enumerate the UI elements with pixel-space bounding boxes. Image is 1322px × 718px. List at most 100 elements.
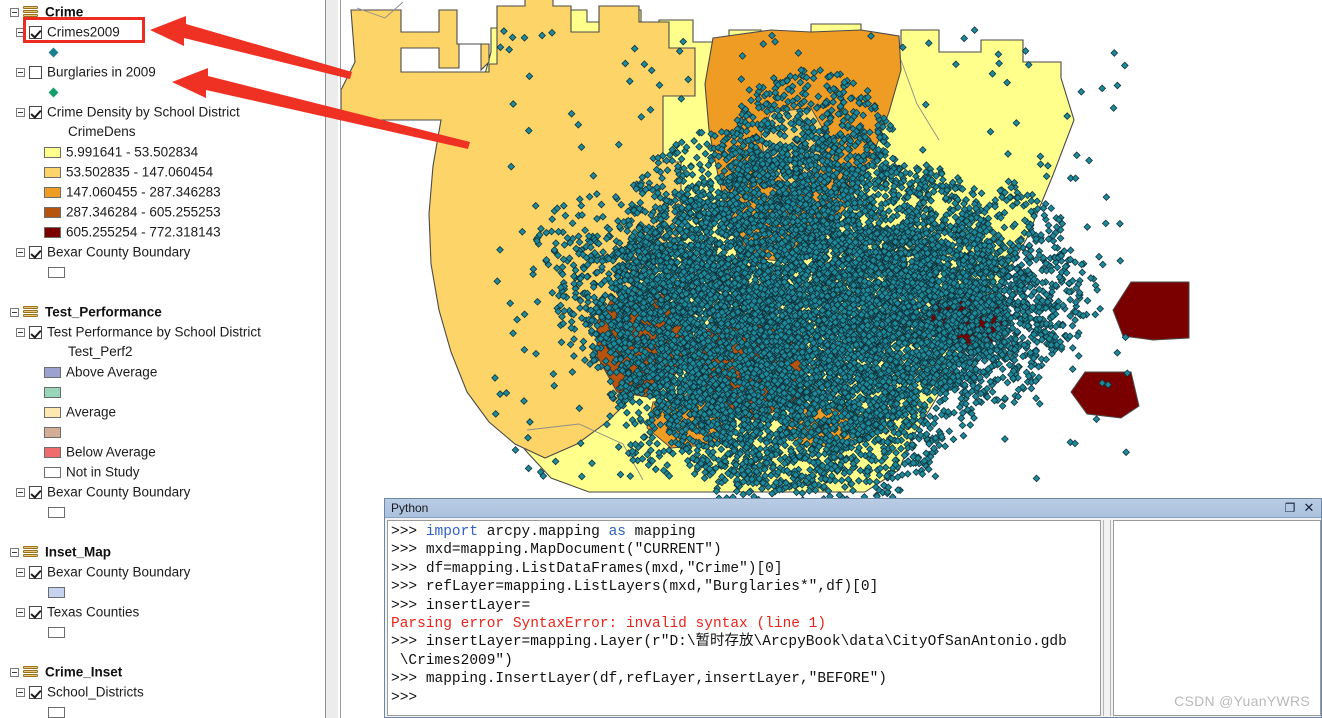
toc-layer-bexar-county-boundary[interactable]: Bexar County Boundary [0, 482, 325, 502]
renderer-field-label: CrimeDens [68, 124, 136, 139]
layer-symbol-row [0, 42, 325, 62]
toc-group-test-performance[interactable]: Test_Performance [0, 302, 325, 322]
layer-group-icon [23, 305, 40, 319]
toc-layer-burglaries-in-2009[interactable]: Burglaries in 2009 [0, 62, 325, 82]
legend-class-swatch [44, 206, 61, 218]
toc-layer-texas-counties[interactable]: Texas Counties [0, 602, 325, 622]
arcmap-application-window: Crime Crimes2009 Burglaries in 2009 Crime D… [0, 0, 1322, 718]
toc-layer-crime-density-by-school-district[interactable]: Crime Density by School District [0, 102, 325, 122]
polygon-symbol-icon [48, 706, 65, 718]
console-prompt: >>> [391, 634, 426, 651]
python-window-titlebar[interactable]: Python ❐ ✕ [385, 499, 1321, 518]
legend-class-row [0, 382, 325, 402]
console-text: arcpy.mapping [478, 524, 609, 540]
maximize-icon[interactable]: ❐ [1283, 501, 1297, 515]
expander-collapse-icon[interactable] [16, 107, 25, 117]
legend-class-label: 53.502835 - 147.060454 [66, 164, 214, 180]
toc-group-crime-inset[interactable]: Crime_Inset [0, 662, 325, 682]
console-text: refLayer=mapping.ListLayers(mxd,"Burglar… [425, 579, 879, 596]
layer-visibility-checkbox[interactable] [29, 565, 42, 579]
expander-collapse-icon[interactable] [16, 687, 25, 697]
toc-layer-bexar-county-boundary[interactable]: Bexar County Boundary [0, 562, 325, 582]
toc-layer-crimes2009[interactable]: Crimes2009 [0, 22, 325, 42]
legend-class-row: 605.255254 - 772.318143 [0, 222, 325, 242]
point-symbol-icon [48, 87, 59, 98]
layer-visibility-checkbox[interactable] [29, 105, 42, 119]
layer-visibility-checkbox[interactable] [29, 325, 42, 339]
console-text: import [425, 524, 479, 540]
layer-visibility-checkbox[interactable] [29, 25, 42, 39]
console-text: as [608, 524, 626, 540]
density-class-5-polygon-south [1070, 371, 1140, 419]
toc-layer-test-performance-by-school-district[interactable]: Test Performance by School District [0, 322, 325, 342]
layer-group-icon [23, 665, 40, 679]
expander-collapse-icon[interactable] [16, 607, 25, 617]
layer-visibility-checkbox[interactable] [29, 65, 42, 79]
toc-group-crime[interactable]: Crime [0, 2, 325, 22]
console-line: >>> mapping.InsertLayer(df,refLayer,inse… [391, 670, 1098, 688]
python-console-splitter[interactable] [1103, 520, 1111, 716]
toc-layer-label: Test Performance by School District [47, 324, 261, 340]
python-help-panel[interactable]: CSDN @YuanYWRS [1113, 520, 1321, 716]
legend-class-swatch [44, 426, 61, 438]
console-prompt: >>> [391, 542, 426, 559]
legend-class-label: 287.346284 - 605.255253 [66, 204, 221, 220]
console-text: insertLayer= [425, 597, 531, 614]
table-of-contents-panel[interactable]: Crime Crimes2009 Burglaries in 2009 Crime D… [0, 0, 325, 718]
expander-collapse-icon[interactable] [16, 67, 25, 77]
expander-collapse-icon[interactable] [16, 327, 25, 337]
legend-class-row: 147.060455 - 287.346283 [0, 182, 325, 202]
console-line: \Crimes2009") [391, 652, 1098, 670]
console-text: mapping.InsertLayer(df,refLayer,insertLa… [425, 671, 887, 688]
legend-class-row: Not in Study [0, 462, 325, 482]
expander-collapse-icon[interactable] [16, 27, 25, 37]
layer-visibility-checkbox[interactable] [29, 245, 42, 259]
expander-collapse-icon[interactable] [10, 7, 19, 17]
toc-layer-bexar-county-boundary[interactable]: Bexar County Boundary [0, 242, 325, 262]
console-prompt: >>> [391, 524, 426, 540]
console-text: Parsing error SyntaxError: invalid synta… [391, 616, 827, 633]
layer-visibility-checkbox[interactable] [29, 485, 42, 499]
toc-layer-school-districts[interactable]: School_Districts [0, 682, 325, 702]
point-symbol-icon [48, 47, 59, 58]
legend-class-row: Average [0, 402, 325, 422]
layer-symbol-row [0, 622, 325, 642]
console-line: >>> insertLayer= [391, 597, 1098, 615]
toc-group-label: Test_Performance [45, 304, 162, 320]
legend-class-swatch [44, 146, 61, 158]
layer-group-icon [23, 545, 40, 559]
layer-symbol-row [0, 82, 325, 102]
layer-symbol-row [0, 702, 325, 718]
toc-layer-label: Bexar County Boundary [47, 484, 191, 500]
expander-collapse-icon[interactable] [10, 307, 19, 317]
toc-layer-label: Crime Density by School District [47, 104, 240, 120]
toc-layer-label: Texas Counties [47, 604, 140, 620]
toc-layer-label: Crimes2009 [47, 24, 120, 40]
expander-collapse-icon[interactable] [16, 567, 25, 577]
console-prompt: >>> [391, 579, 426, 596]
polygon-symbol-icon [48, 586, 65, 598]
expander-collapse-icon[interactable] [16, 487, 25, 497]
layer-symbol-row [0, 502, 325, 522]
polygon-symbol-icon [48, 506, 65, 518]
console-text: insertLayer=mapping.Layer(r"D:\暂时存放\Arcp… [425, 634, 1067, 651]
legend-class-swatch [44, 446, 61, 458]
legend-class-label: Below Average [66, 444, 156, 460]
legend-class-row: 53.502835 - 147.060454 [0, 162, 325, 182]
toc-group-inset-map[interactable]: Inset_Map [0, 542, 325, 562]
layer-visibility-checkbox[interactable] [29, 605, 42, 619]
expander-collapse-icon[interactable] [10, 667, 19, 677]
python-window-title: Python [391, 501, 429, 515]
python-console-input[interactable]: >>> import arcpy.mapping as mapping >>> m… [387, 520, 1101, 716]
legend-class-swatch [44, 466, 61, 478]
legend-class-swatch [44, 166, 61, 178]
python-window[interactable]: Python ❐ ✕ >>> import arcpy.mapping as m… [384, 498, 1322, 718]
console-prompt: >>> [391, 689, 426, 706]
expander-collapse-icon[interactable] [16, 247, 25, 257]
console-line: >>> mxd=mapping.MapDocument("CURRENT") [391, 541, 1098, 559]
close-icon[interactable]: ✕ [1302, 501, 1316, 515]
legend-class-swatch [44, 366, 61, 378]
layer-visibility-checkbox[interactable] [29, 685, 42, 699]
legend-class-label: 605.255254 - 772.318143 [66, 224, 221, 240]
expander-collapse-icon[interactable] [10, 547, 19, 557]
